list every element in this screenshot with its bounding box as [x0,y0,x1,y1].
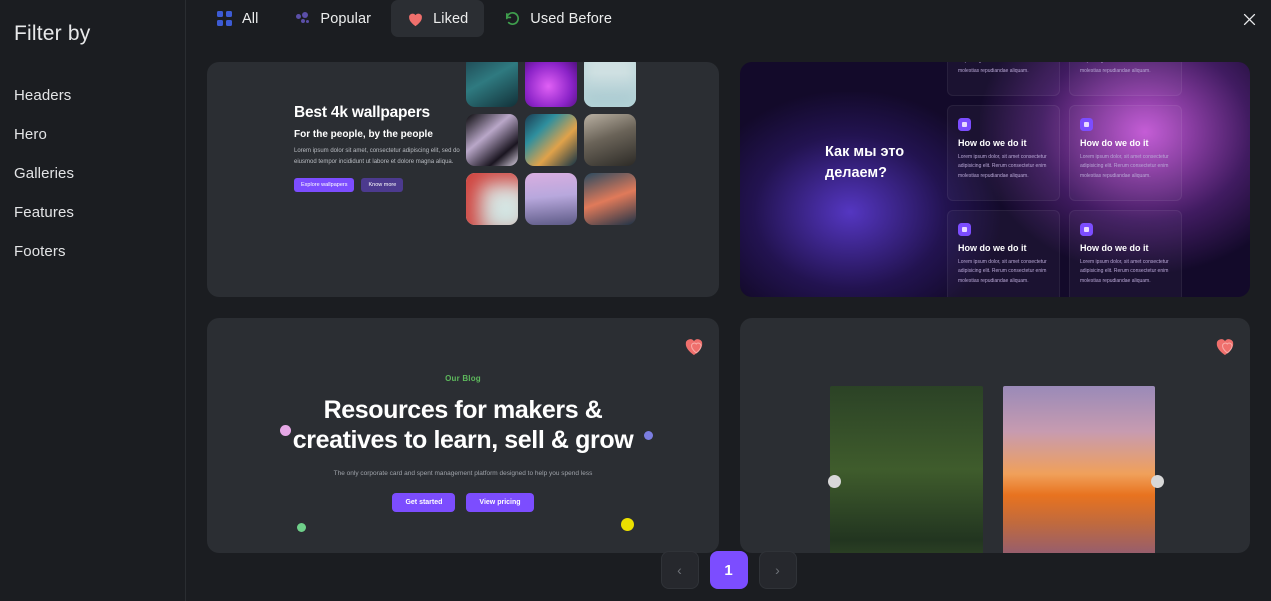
wallpaper-thumbnail-grid [466,62,636,225]
tile-heading: How do we do it [958,138,1027,148]
template-card-blog-hero[interactable]: Our Blog Resources for makers & creative… [207,318,719,553]
tile-badge-icon [1080,118,1093,131]
tile-body: Lorem ipsum dolor, sit amet consectetur … [1080,62,1168,74]
blog-hero-copy: Our Blog Resources for makers & creative… [207,318,719,553]
feature-tile: How do we do it Lorem ipsum dolor, sit a… [1069,105,1182,201]
tab-liked[interactable]: Liked [391,0,485,37]
sparkle-icon [294,10,311,27]
filter-list: Headers Hero Galleries Features Footers [14,76,185,271]
blog-heading-line1: Resources for makers & [323,395,603,424]
feature-tile: How do we do it Lorem ipsum dolor, sit a… [947,105,1060,201]
liked-heart-icon[interactable] [683,336,705,356]
pagination-page-1[interactable]: 1 [709,551,748,589]
wallpapers-heading: Best 4k wallpapers [294,104,430,121]
pagination-next-button[interactable]: › [758,551,797,589]
wallpaper-thumbnail [466,173,518,225]
view-pricing-button[interactable]: View pricing [466,492,534,512]
pagination: ‹ 1 › [186,551,1271,589]
blog-heading: Resources for makers & creatives to lear… [293,395,634,455]
sidebar-item-headers[interactable]: Headers [14,76,185,115]
tab-used-before-label: Used Before [530,10,612,27]
blog-heading-line2: creatives to learn, sell & grow [292,425,634,454]
feature-tile: How do we do it Lorem ipsum dolor, sit a… [1069,62,1182,96]
sidebar-title: Filter by [14,22,91,45]
tab-all[interactable]: All [200,0,274,37]
how-we-do-it-title: Как мы это делаем? [825,144,905,182]
grid-icon [216,10,233,27]
tab-bar: All Popular Liked Used Before [186,0,1271,37]
gallery-images [830,386,1155,553]
liked-heart-icon[interactable] [1214,336,1236,356]
blog-eyebrow: Our Blog [445,373,481,383]
tile-body: Lorem ipsum dolor, sit amet consectetur … [1080,259,1169,284]
wallpapers-copy: Best 4k wallpapers For the people, by th… [294,104,469,192]
sidebar-item-hero[interactable]: Hero [14,115,185,154]
wallpapers-subheading: For the people, by the people [294,129,433,140]
wallpaper-thumbnail [525,62,577,107]
main-panel: All Popular Liked Used Before Best 4k wa… [186,0,1271,601]
sidebar-item-footers[interactable]: Footers [14,232,185,271]
how-we-do-it-tiles: How do we do it Lorem ipsum dolor, sit a… [947,62,1182,297]
tile-badge-icon [1080,223,1093,236]
know-more-button[interactable]: Know more [361,178,404,192]
template-card-gallery[interactable] [740,318,1250,553]
template-grid: Best 4k wallpapers For the people, by th… [207,62,1250,553]
tab-popular[interactable]: Popular [278,0,387,37]
tile-body: Lorem ipsum dolor, sit amet consectetur … [958,259,1047,284]
tile-body: Lorem ipsum dolor, sit amet consectetur … [958,62,1046,74]
blog-buttons: Get started View pricing [392,492,534,512]
tab-all-label: All [242,10,259,27]
wallpaper-thumbnail [584,173,636,225]
feature-tile: How do we do it Lorem ipsum dolor, sit a… [947,210,1060,297]
gallery-next-button[interactable] [1151,475,1164,488]
tile-body: Lorem ipsum dolor, sit amet consectetur … [958,154,1047,179]
wallpapers-buttons: Explore wallpapers Know more [294,178,469,192]
wallpaper-thumbnail [466,62,518,107]
close-icon[interactable] [1233,3,1265,35]
wallpaper-thumbnail [525,173,577,225]
gallery-image-forest [830,386,983,553]
sidebar-item-features[interactable]: Features [14,193,185,232]
gallery-image-beach-sunset [1003,386,1155,553]
tile-heading: How do we do it [1080,243,1149,253]
wallpaper-thumbnail [584,62,636,107]
template-card-wallpapers[interactable]: Best 4k wallpapers For the people, by th… [207,62,719,297]
tile-body: Lorem ipsum dolor, sit amet consectetur … [1080,154,1169,179]
template-card-how-we-do-it[interactable]: Как мы это делаем? How do we do it Lorem… [740,62,1250,297]
tab-popular-label: Popular [320,10,372,27]
tab-liked-label: Liked [433,10,469,27]
wallpapers-body: Lorem ipsum dolor sit amet, consectetur … [294,148,460,165]
pagination-prev-button[interactable]: ‹ [660,551,699,589]
get-started-button[interactable]: Get started [392,492,456,512]
feature-tile: How do we do it Lorem ipsum dolor, sit a… [947,62,1060,96]
sidebar: Filter by Headers Hero Galleries Feature… [0,0,186,601]
tile-heading: How do we do it [958,243,1027,253]
feature-tile: How do we do it Lorem ipsum dolor, sit a… [1069,210,1182,297]
sidebar-item-galleries[interactable]: Galleries [14,154,185,193]
wireframe-picker-modal: Filter by Headers Hero Galleries Feature… [0,0,1271,601]
blog-subtitle: The only corporate card and spent manage… [333,469,593,477]
wallpaper-thumbnail [525,114,577,166]
tile-heading: How do we do it [1080,138,1149,148]
tile-badge-icon [958,118,971,131]
explore-wallpapers-button[interactable]: Explore wallpapers [294,178,355,192]
wallpaper-thumbnail [584,114,636,166]
gallery-prev-button[interactable] [828,475,841,488]
tab-used-before[interactable]: Used Before [488,0,628,37]
heart-icon [407,10,424,27]
history-icon [504,10,521,27]
tile-badge-icon [958,223,971,236]
wallpaper-thumbnail [466,114,518,166]
